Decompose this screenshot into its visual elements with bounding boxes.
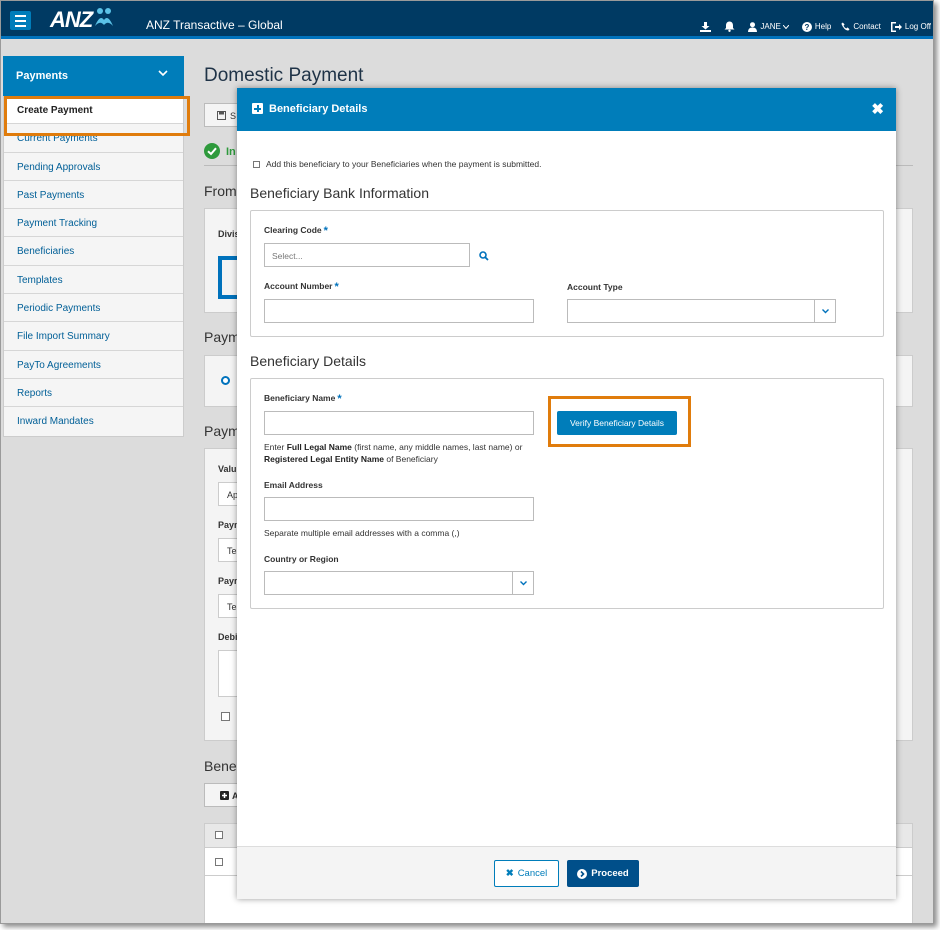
sidebar-item-pending-approvals[interactable]: Pending Approvals (4, 152, 183, 181)
search-icon[interactable] (479, 251, 489, 261)
add-to-beneficiaries-option[interactable]: Add this beneficiary to your Beneficiari… (253, 159, 541, 169)
chevron-down-icon (158, 70, 168, 77)
chevron-down-icon (512, 572, 533, 594)
modal-footer: ✖ Cancel Proceed (237, 846, 896, 899)
email-address-input[interactable] (264, 497, 534, 521)
anz-people-logo-icon (95, 8, 114, 26)
add-to-beneficiaries-checkbox[interactable] (253, 160, 260, 168)
bank-info-panel: Clearing Code * Select... Account Number *… (250, 210, 884, 337)
logout-icon (890, 21, 902, 32)
beneficiary-name-help: Enter Full Legal Name (first name, any m… (264, 442, 523, 464)
user-icon (748, 21, 758, 32)
app-window: ANZ ANZ Transactive – Global JANE ? Help… (0, 0, 934, 924)
sidebar-item-past-payments[interactable]: Past Payments (4, 180, 183, 210)
download-icon[interactable] (700, 21, 714, 32)
close-icon: ✖ (505, 868, 514, 879)
sidebar-item-reports[interactable]: Reports (4, 378, 183, 408)
clearing-code-label: Clearing Code * (264, 225, 328, 237)
sidebar-item-periodic-payments[interactable]: Periodic Payments (4, 294, 183, 323)
account-number-label: Account Number * (264, 281, 339, 293)
sidebar-header-payments[interactable]: Payments (3, 56, 184, 96)
contact-link[interactable]: Contact (841, 22, 881, 31)
sidebar-item-file-import-summary[interactable]: File Import Summary (4, 322, 183, 351)
check-circle-icon (204, 143, 220, 159)
bell-icon[interactable] (724, 21, 738, 32)
highlight-verify-button (548, 396, 691, 447)
select-all-checkbox[interactable] (215, 831, 223, 839)
modal-header: Beneficiary Details ✖ (237, 88, 896, 131)
page-title: Domestic Payment (204, 65, 364, 86)
sidebar-item-beneficiaries[interactable]: Beneficiaries (4, 237, 183, 266)
logoff-link[interactable]: Log Off (890, 21, 931, 32)
save-icon (217, 111, 226, 120)
phone-icon (841, 22, 850, 31)
top-header: ANZ ANZ Transactive – Global JANE ? Help… (1, 1, 933, 39)
checkbox[interactable] (221, 712, 230, 721)
user-menu[interactable]: JANE (748, 21, 791, 32)
header-actions: JANE ? Help Contact Log Off (690, 21, 931, 32)
email-address-help: Separate multiple email addresses with a… (264, 528, 460, 538)
account-number-input[interactable] (264, 299, 534, 323)
beneficiary-name-label: Beneficiary Name * (264, 393, 342, 405)
row-checkbox[interactable] (215, 858, 223, 866)
highlight-create-payment (4, 96, 190, 136)
sidebar-item-templates[interactable]: Templates (4, 265, 183, 295)
account-type-label: Account Type (567, 282, 623, 292)
help-icon: ? (801, 21, 812, 32)
sidebar-item-payto-agreements[interactable]: PayTo Agreements (4, 350, 183, 379)
bank-info-section-title: Beneficiary Bank Information (250, 185, 429, 201)
clearing-code-select[interactable]: Select... (264, 243, 470, 267)
radio-button[interactable] (221, 376, 230, 385)
sidebar-item-payment-tracking[interactable]: Payment Tracking (4, 209, 183, 238)
chevron-down-icon (782, 24, 789, 29)
country-region-select[interactable] (264, 571, 534, 595)
svg-text:?: ? (804, 23, 809, 32)
sidebar-item-inward-mandates[interactable]: Inward Mandates (4, 407, 183, 436)
proceed-button[interactable]: Proceed (567, 860, 639, 887)
modal-title: Beneficiary Details (269, 103, 368, 115)
close-icon[interactable]: ✖ (871, 102, 884, 117)
user-name: JANE (760, 22, 781, 31)
help-link[interactable]: ? Help (801, 21, 831, 32)
beneficiary-details-modal: Beneficiary Details ✖ Add this beneficia… (237, 88, 896, 899)
anz-logo[interactable]: ANZ (50, 7, 115, 33)
hamburger-menu-icon[interactable] (10, 11, 31, 30)
email-address-label: Email Address (264, 480, 323, 490)
plus-square-icon (252, 103, 263, 114)
account-type-select[interactable] (567, 299, 836, 323)
sidebar-list: Create Payment Current Payments Pending … (3, 96, 184, 437)
plus-icon (220, 791, 229, 800)
chevron-down-icon (814, 300, 835, 322)
beneficiary-name-input[interactable] (264, 411, 534, 435)
app-title: ANZ Transactive – Global (146, 18, 283, 32)
chevron-circle-right-icon (577, 868, 588, 879)
beneficiary-details-section-title: Beneficiary Details (250, 353, 366, 369)
country-region-label: Country or Region (264, 554, 339, 564)
cancel-button[interactable]: ✖ Cancel (494, 860, 559, 887)
